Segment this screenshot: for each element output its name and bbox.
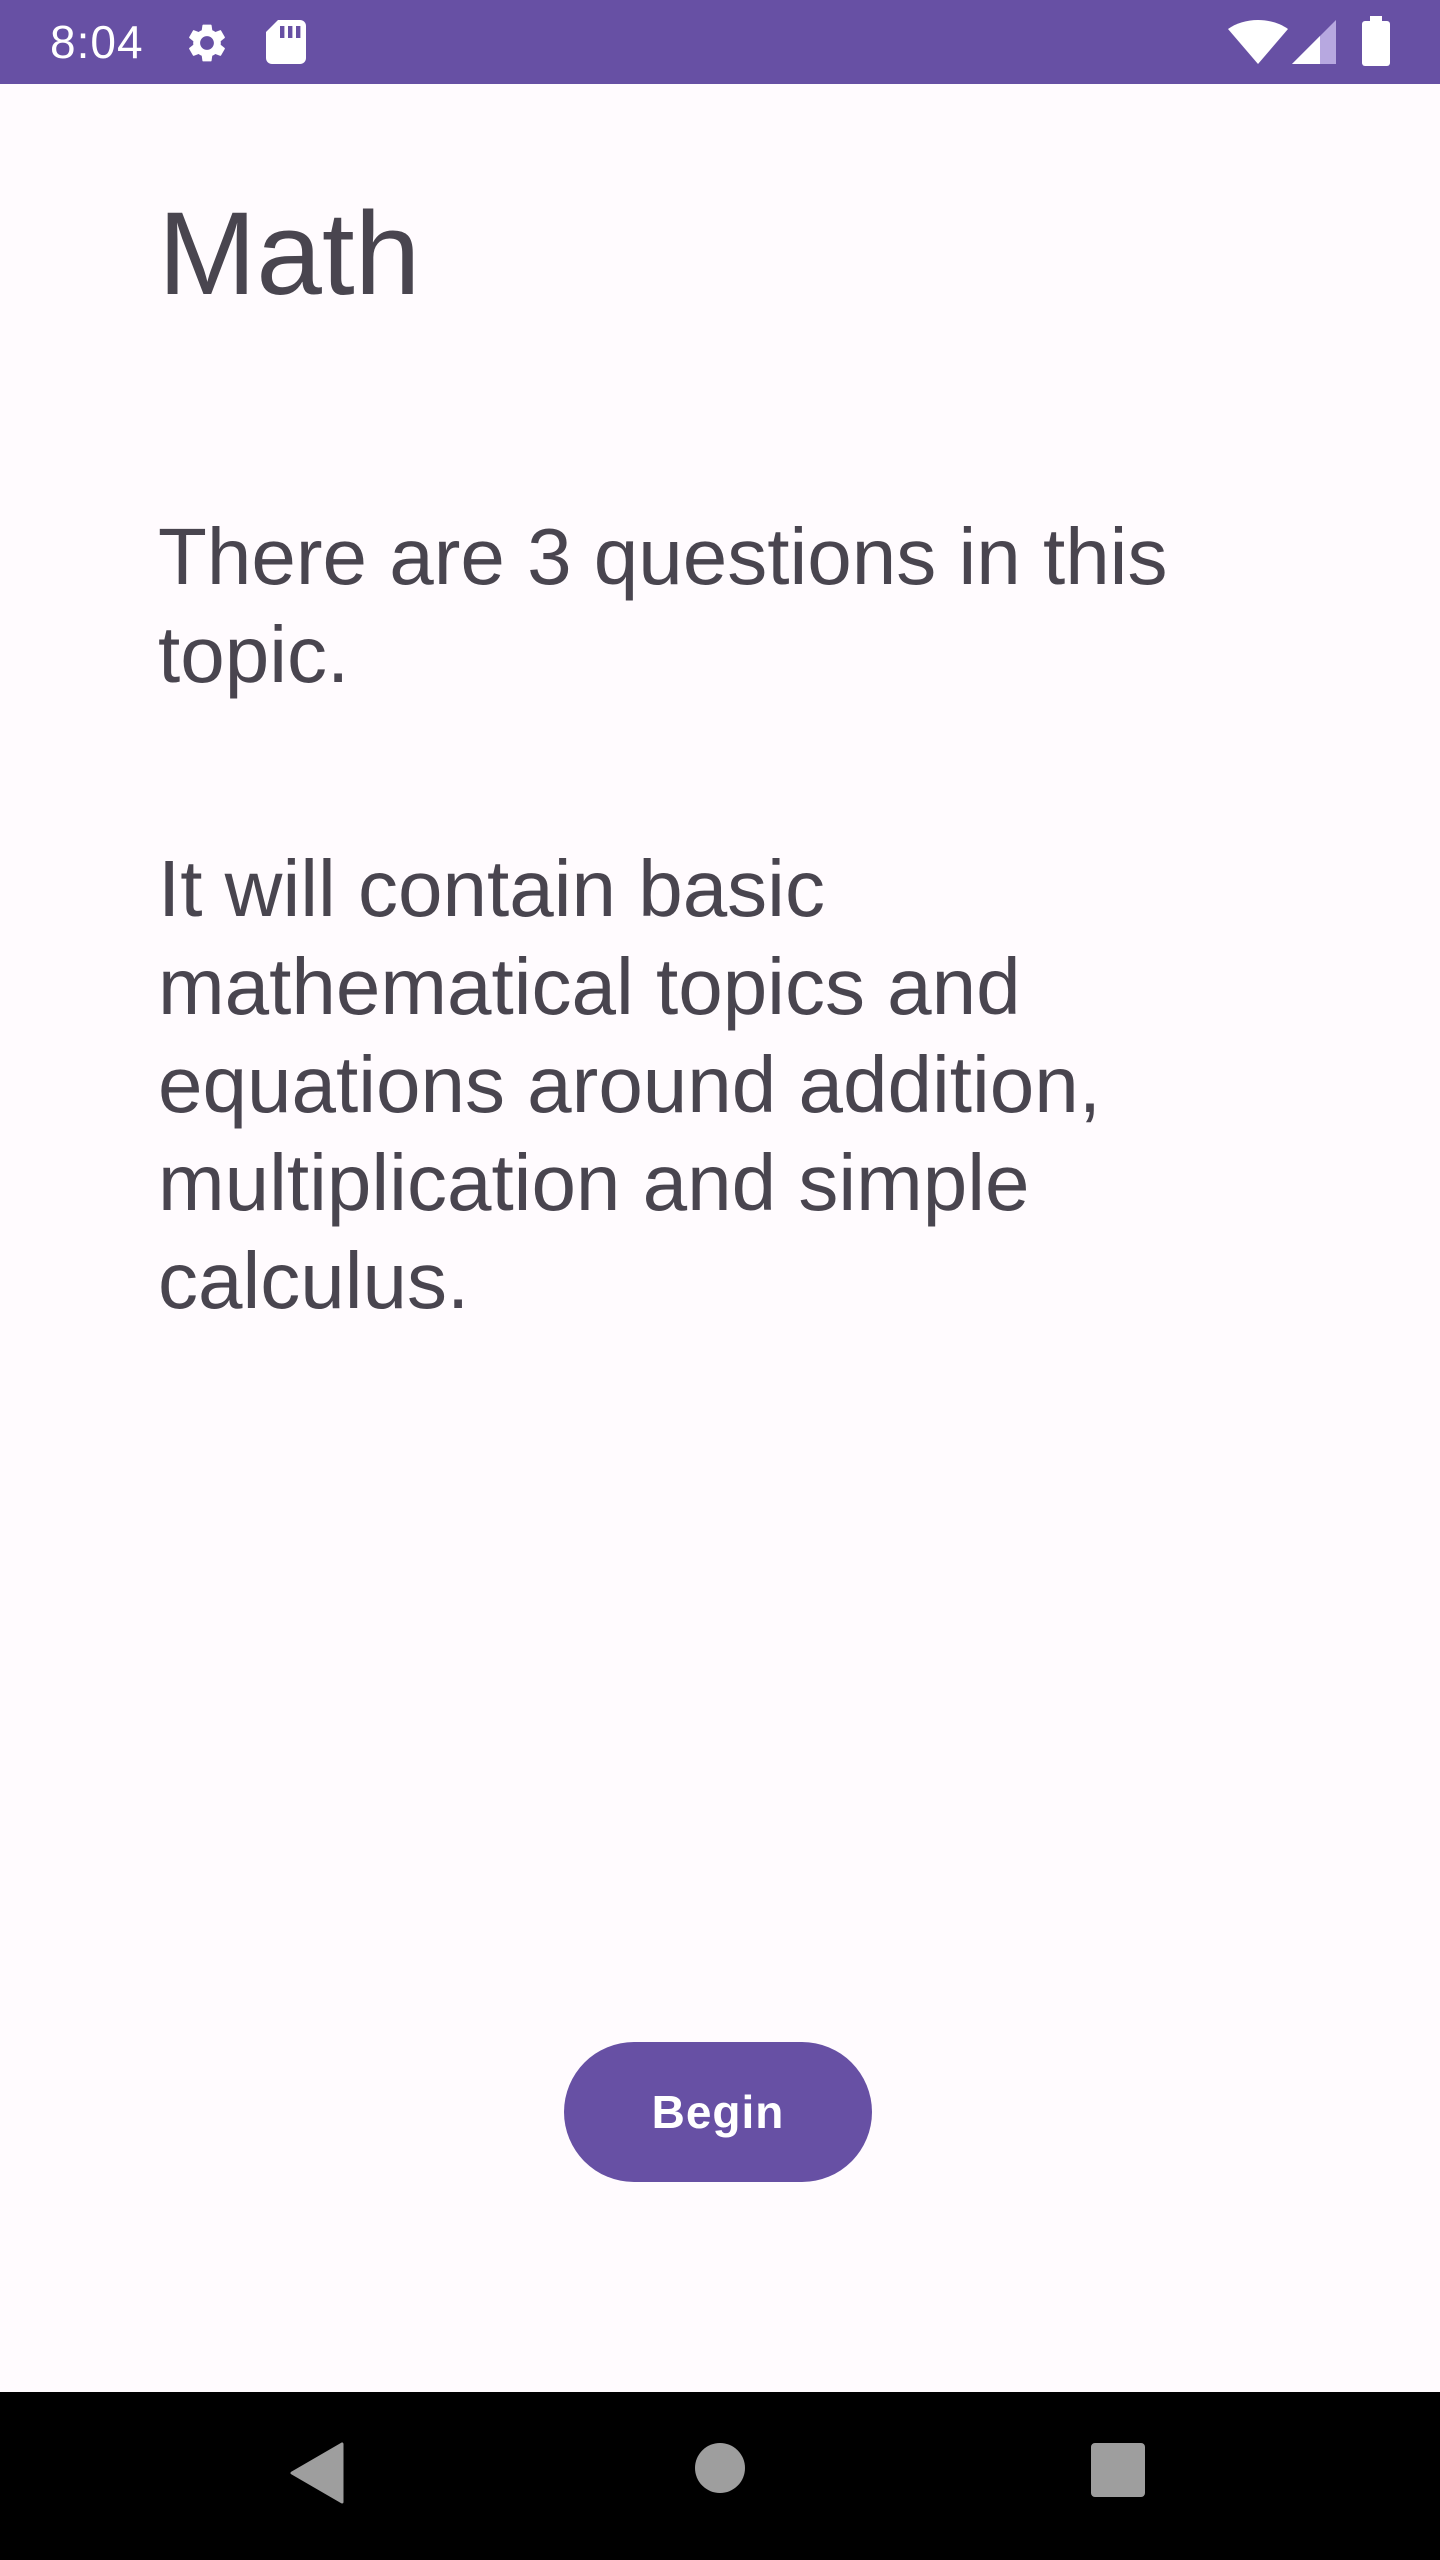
back-icon[interactable] [290, 2442, 344, 2504]
battery-icon [1362, 16, 1390, 66]
begin-button[interactable]: Begin [564, 2042, 872, 2182]
question-count-text: There are 3 questions in this topic. [158, 512, 1168, 699]
topic-overview: Math There are 3 questions in this topic… [0, 84, 1440, 2392]
navigation-bar [0, 2392, 1440, 2560]
status-bar: 8:04 [0, 0, 1440, 84]
gear-icon [189, 24, 225, 62]
home-icon[interactable] [694, 2442, 746, 2494]
wifi-icon [1228, 20, 1288, 64]
status-time: 8:04 [50, 16, 144, 68]
page-title: Math [158, 188, 421, 320]
recents-icon[interactable] [1090, 2442, 1146, 2498]
topic-description: It will contain basic mathematical topic… [158, 844, 1101, 1325]
sd-card-icon [266, 20, 306, 64]
signal-icon [1292, 20, 1336, 64]
